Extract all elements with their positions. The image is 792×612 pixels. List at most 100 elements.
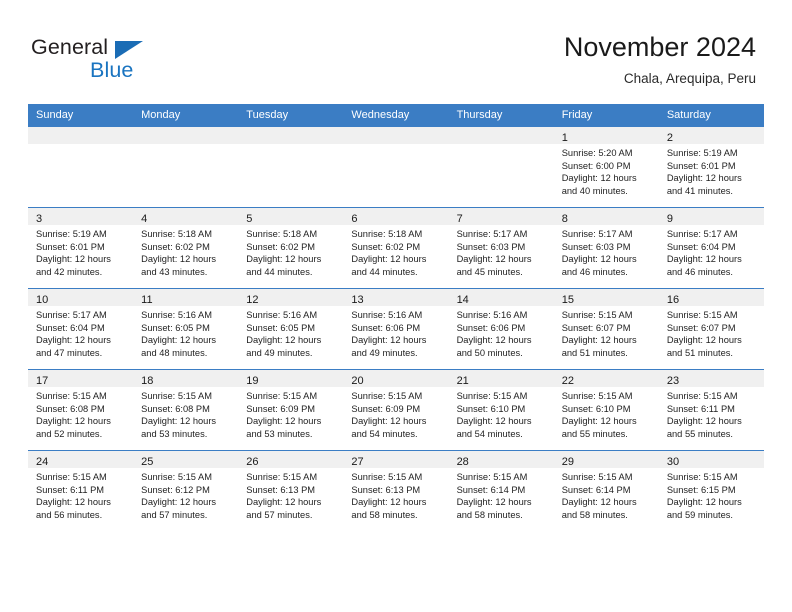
calendar-day-cell[interactable]: 18 Sunrise: 5:15 AM Sunset: 6:08 PM Dayligh…: [133, 369, 239, 451]
calendar-day-cell[interactable]: 24 Sunrise: 5:15 AM Sunset: 6:11 PM Dayligh…: [28, 450, 134, 531]
day-cell-inner: 2 Sunrise: 5:19 AM Sunset: 6:01 PM Daylight…: [658, 127, 764, 207]
daylight-text-line1: Daylight: 12 hours: [141, 416, 217, 427]
day-cell-details: Sunrise: 5:15 AM Sunset: 6:15 PM Daylight:…: [659, 468, 764, 521]
calendar-day-cell[interactable]: 25 Sunrise: 5:15 AM Sunset: 6:12 PM Dayligh…: [133, 450, 239, 531]
day-number: 22: [561, 375, 574, 387]
daylight-text-line2: and 53 minutes.: [246, 428, 313, 439]
calendar-day-cell[interactable]: 2 Sunrise: 5:19 AM Sunset: 6:01 PM Daylight…: [658, 126, 764, 208]
calendar-day-cell[interactable]: 1 Sunrise: 5:20 AM Sunset: 6:00 PM Daylight…: [553, 126, 659, 208]
day-number-band: 25: [133, 451, 239, 468]
sunset-text: Sunset: 6:09 PM: [351, 403, 421, 414]
day-cell-details: Sunrise: 5:17 AM Sunset: 6:04 PM Daylight:…: [28, 306, 133, 359]
daylight-text-line1: Daylight: 12 hours: [36, 497, 111, 508]
sunset-text: Sunset: 6:03 PM: [561, 241, 631, 252]
daylight-text-line1: Daylight: 12 hours: [141, 254, 217, 265]
day-number-band: 22: [553, 370, 659, 387]
daylight-text-line2: and 57 minutes.: [246, 509, 313, 520]
calendar-day-cell[interactable]: 28 Sunrise: 5:15 AM Sunset: 6:14 PM Dayligh…: [448, 450, 554, 531]
calendar-day-cell[interactable]: 9 Sunrise: 5:17 AM Sunset: 6:04 PM Daylight…: [658, 207, 764, 289]
daylight-text-line1: Daylight: 12 hours: [141, 335, 217, 346]
daylight-text-line1: Daylight: 12 hours: [456, 497, 532, 508]
day-cell-details: Sunrise: 5:17 AM Sunset: 6:03 PM Daylight:…: [554, 225, 659, 278]
daylight-text-line1: Daylight: 12 hours: [141, 497, 217, 508]
daylight-text-line1: Daylight: 12 hours: [351, 416, 427, 427]
calendar-day-cell[interactable]: 12 Sunrise: 5:16 AM Sunset: 6:05 PM Dayligh…: [238, 288, 344, 370]
day-number: 13: [351, 294, 364, 306]
sunset-text: Sunset: 6:02 PM: [246, 241, 316, 252]
calendar-day-cell[interactable]: 19 Sunrise: 5:15 AM Sunset: 6:09 PM Dayligh…: [238, 369, 344, 451]
sunrise-text: Sunrise: 5:15 AM: [561, 310, 633, 320]
daylight-text-line1: Daylight: 12 hours: [246, 254, 322, 265]
weekday-header-row: Sunday Monday Tuesday Wednesday Thursday Frid…: [28, 104, 764, 127]
sunrise-text: Sunrise: 5:15 AM: [561, 472, 633, 482]
daylight-text-line1: Daylight: 12 hours: [561, 254, 637, 265]
sunset-text: Sunset: 6:07 PM: [561, 322, 631, 333]
calendar-day-cell[interactable]: 10 Sunrise: 5:17 AM Sunset: 6:04 PM Dayligh…: [28, 288, 134, 370]
day-number: 28: [456, 456, 469, 468]
daylight-text-line1: Daylight: 12 hours: [561, 416, 637, 427]
daylight-text-line1: Daylight: 12 hours: [666, 497, 742, 508]
day-cell-inner: 18 Sunrise: 5:15 AM Sunset: 6:08 PM Dayligh…: [133, 370, 239, 450]
day-cell-details: Sunrise: 5:17 AM Sunset: 6:04 PM Daylight:…: [659, 225, 764, 278]
calendar-day-cell[interactable]: 29 Sunrise: 5:15 AM Sunset: 6:14 PM Dayligh…: [553, 450, 659, 531]
daylight-text-line1: Daylight: 12 hours: [351, 254, 427, 265]
sunset-text: Sunset: 6:06 PM: [456, 322, 526, 333]
day-number-band: 14: [448, 289, 554, 306]
sunrise-text: Sunrise: 5:15 AM: [456, 391, 528, 401]
day-cell-inner: 5 Sunrise: 5:18 AM Sunset: 6:02 PM Daylight…: [238, 208, 344, 288]
daylight-text-line2: and 58 minutes.: [561, 509, 628, 520]
day-cell-details: Sunrise: 5:17 AM Sunset: 6:03 PM Daylight:…: [449, 225, 554, 278]
sunset-text: Sunset: 6:14 PM: [561, 484, 631, 495]
daylight-text-line2: and 56 minutes.: [36, 509, 103, 520]
day-cell-details: [133, 144, 238, 147]
day-number: 6: [351, 213, 358, 225]
calendar-day-cell[interactable]: 4 Sunrise: 5:18 AM Sunset: 6:02 PM Daylight…: [133, 207, 239, 289]
day-number: 10: [36, 294, 49, 306]
general-blue-logo[interactable]: General Blue: [31, 34, 211, 86]
weekday-header-saturday: Saturday: [658, 104, 764, 127]
day-cell-inner: 3 Sunrise: 5:19 AM Sunset: 6:01 PM Daylight…: [28, 208, 134, 288]
calendar-day-cell[interactable]: 14 Sunrise: 5:16 AM Sunset: 6:06 PM Dayligh…: [448, 288, 554, 370]
calendar-day-cell[interactable]: 16 Sunrise: 5:15 AM Sunset: 6:07 PM Dayligh…: [658, 288, 764, 370]
calendar-day-cell[interactable]: 7 Sunrise: 5:17 AM Sunset: 6:03 PM Daylight…: [448, 207, 554, 289]
day-cell-details: [343, 144, 448, 147]
day-cell-details: Sunrise: 5:19 AM Sunset: 6:01 PM Daylight:…: [28, 225, 133, 278]
calendar-day-cell[interactable]: 13 Sunrise: 5:16 AM Sunset: 6:06 PM Dayligh…: [343, 288, 449, 370]
calendar-day-cell[interactable]: 6 Sunrise: 5:18 AM Sunset: 6:02 PM Daylight…: [343, 207, 449, 289]
calendar-day-cell[interactable]: 23 Sunrise: 5:15 AM Sunset: 6:11 PM Dayligh…: [658, 369, 764, 451]
day-number: 18: [141, 375, 154, 387]
sunrise-text: Sunrise: 5:18 AM: [351, 229, 423, 239]
calendar-day-cell[interactable]: 17 Sunrise: 5:15 AM Sunset: 6:08 PM Dayligh…: [28, 369, 134, 451]
daylight-text-line1: Daylight: 12 hours: [666, 173, 742, 184]
calendar-day-cell[interactable]: 8 Sunrise: 5:17 AM Sunset: 6:03 PM Daylight…: [553, 207, 659, 289]
day-number-band: 27: [343, 451, 449, 468]
day-cell-inner: 8 Sunrise: 5:17 AM Sunset: 6:03 PM Daylight…: [553, 208, 659, 288]
day-cell-inner: 11 Sunrise: 5:16 AM Sunset: 6:05 PM Dayligh…: [133, 289, 239, 369]
day-number-band: 6: [343, 208, 449, 225]
calendar-day-cell[interactable]: 26 Sunrise: 5:15 AM Sunset: 6:13 PM Dayligh…: [238, 450, 344, 531]
calendar-day-cell[interactable]: 11 Sunrise: 5:16 AM Sunset: 6:05 PM Dayligh…: [133, 288, 239, 370]
day-number: 16: [666, 294, 680, 306]
calendar-day-cell[interactable]: 15 Sunrise: 5:15 AM Sunset: 6:07 PM Dayligh…: [553, 288, 659, 370]
sunset-text: Sunset: 6:04 PM: [666, 241, 736, 252]
day-number-band: 8: [553, 208, 659, 225]
weekday-header-thursday: Thursday: [448, 104, 554, 127]
day-number: 29: [561, 456, 574, 468]
daylight-text-line1: Daylight: 12 hours: [36, 254, 111, 265]
calendar-day-cell[interactable]: 30 Sunrise: 5:15 AM Sunset: 6:15 PM Dayligh…: [658, 450, 764, 531]
day-number-band: 13: [343, 289, 449, 306]
day-cell-inner: 29 Sunrise: 5:15 AM Sunset: 6:14 PM Dayligh…: [553, 451, 659, 531]
day-number: 12: [246, 294, 259, 306]
daylight-text-line1: Daylight: 12 hours: [36, 335, 111, 346]
day-cell-details: [449, 144, 554, 147]
calendar-day-cell[interactable]: 22 Sunrise: 5:15 AM Sunset: 6:10 PM Dayligh…: [553, 369, 659, 451]
day-cell-inner: 6 Sunrise: 5:18 AM Sunset: 6:02 PM Daylight…: [343, 208, 449, 288]
logo-text-blue: Blue: [90, 58, 134, 82]
daylight-text-line1: Daylight: 12 hours: [666, 254, 742, 265]
calendar-day-cell[interactable]: 5 Sunrise: 5:18 AM Sunset: 6:02 PM Daylight…: [238, 207, 344, 289]
calendar-day-cell[interactable]: 27 Sunrise: 5:15 AM Sunset: 6:13 PM Dayligh…: [343, 450, 449, 531]
day-cell-details: Sunrise: 5:15 AM Sunset: 6:13 PM Daylight:…: [343, 468, 448, 521]
calendar-day-cell[interactable]: 21 Sunrise: 5:15 AM Sunset: 6:10 PM Dayligh…: [448, 369, 554, 451]
calendar-day-cell[interactable]: 20 Sunrise: 5:15 AM Sunset: 6:09 PM Dayligh…: [343, 369, 449, 451]
calendar-day-cell[interactable]: 3 Sunrise: 5:19 AM Sunset: 6:01 PM Daylight…: [28, 207, 134, 289]
